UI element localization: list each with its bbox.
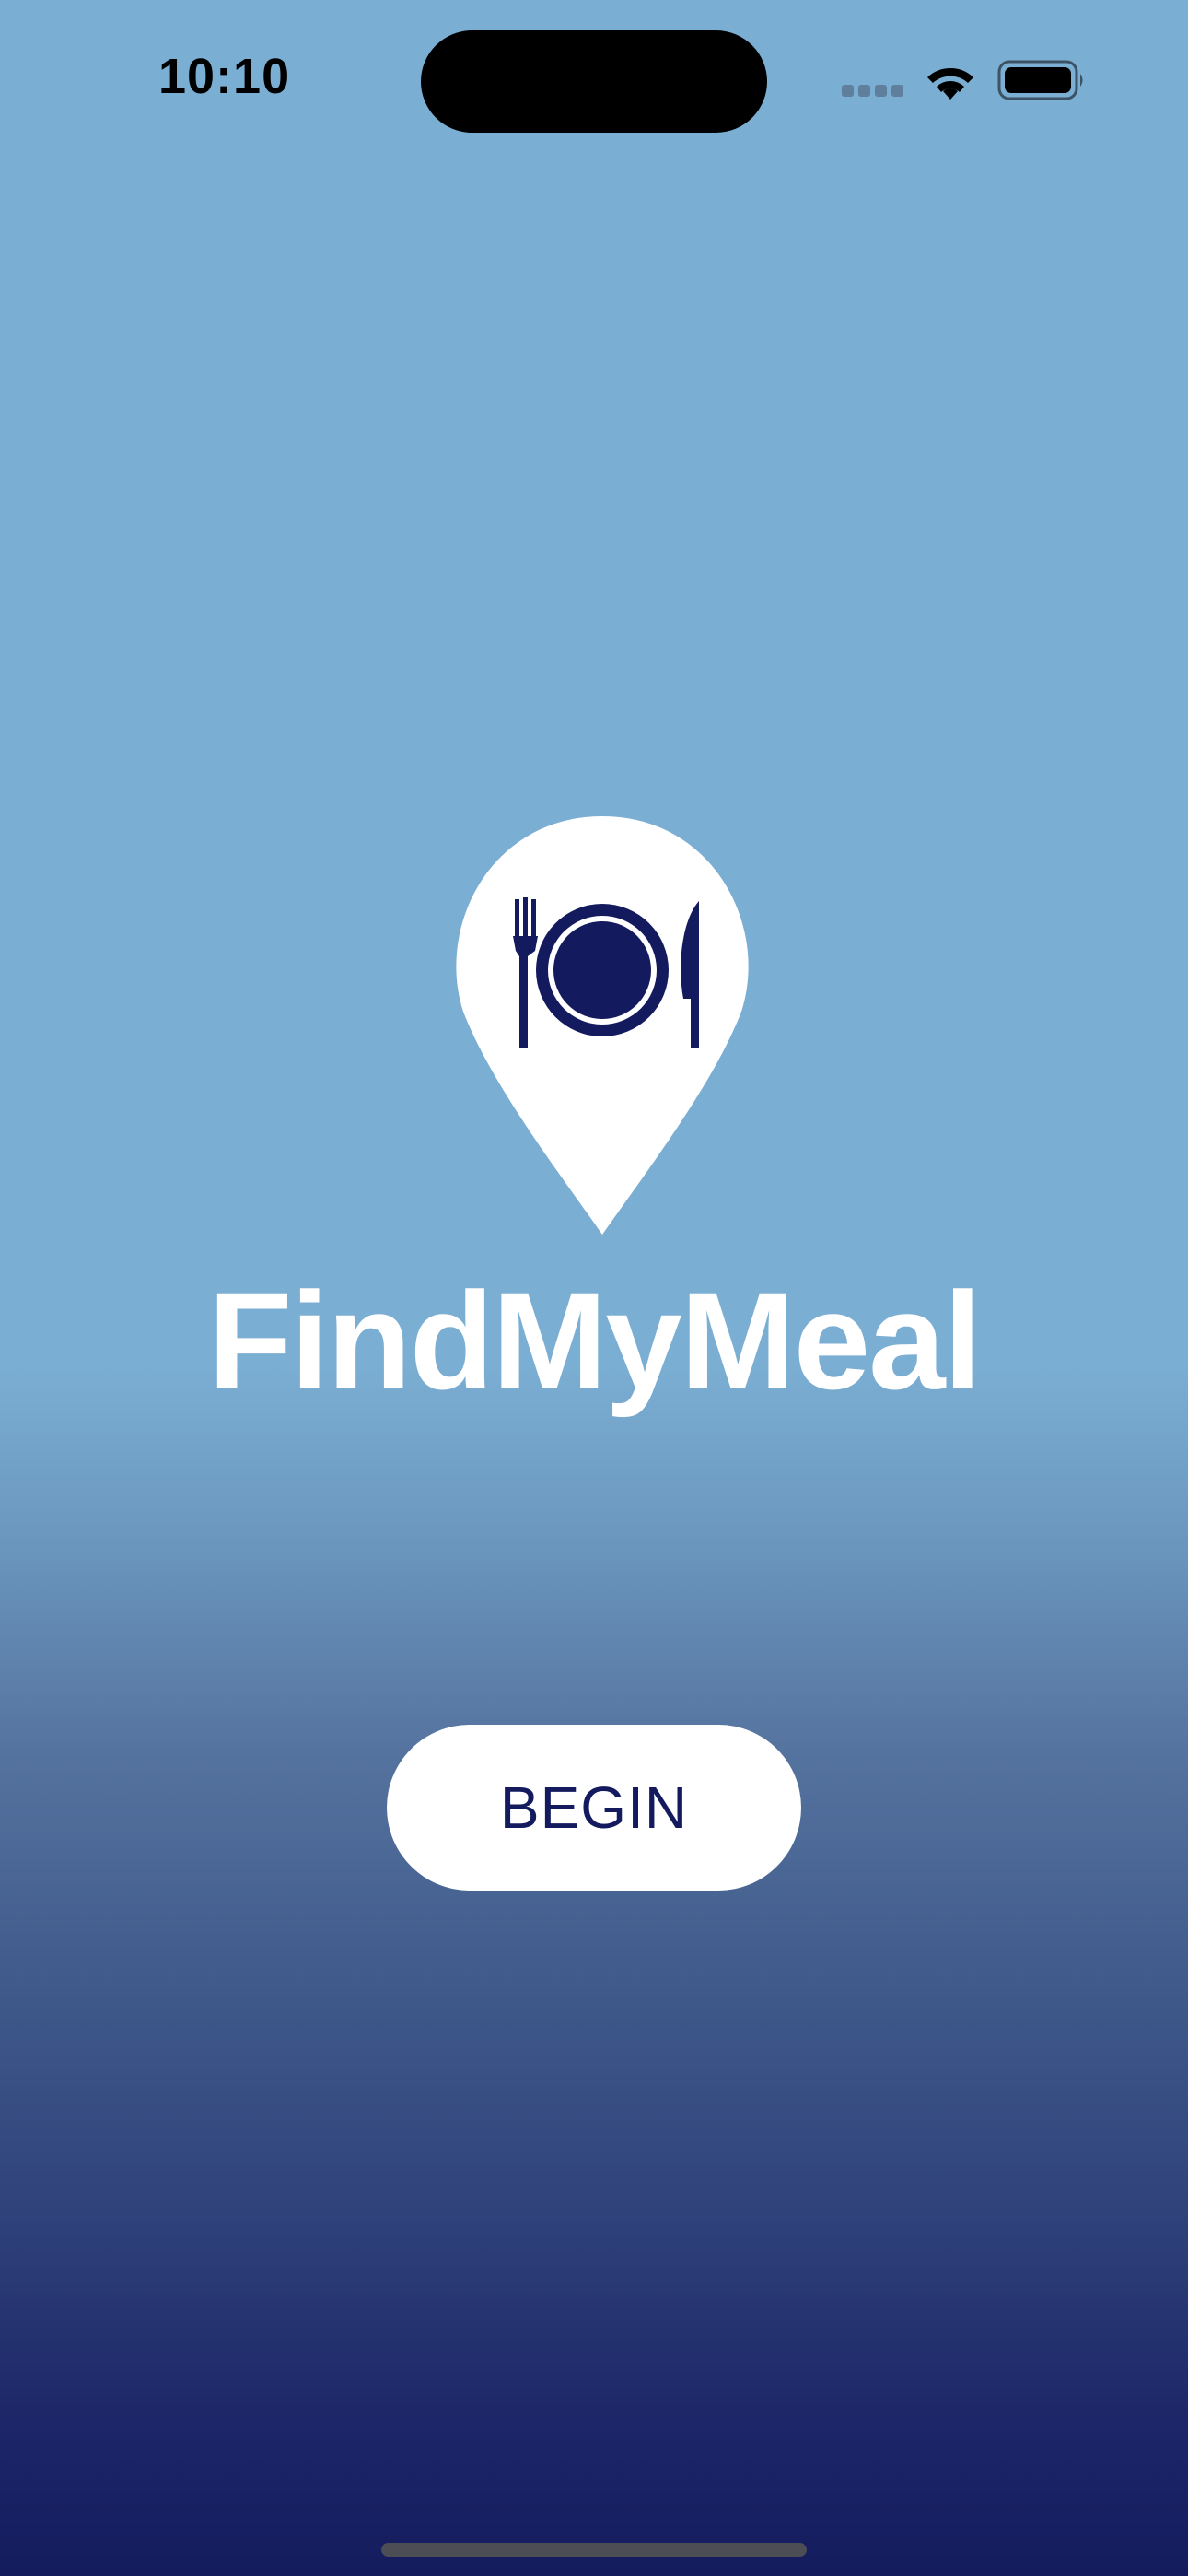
dynamic-island <box>421 30 767 133</box>
battery-icon <box>997 60 1083 100</box>
app-title: FindMyMeal <box>207 1263 982 1418</box>
location-pin-plate-cutlery-icon <box>456 816 749 1235</box>
begin-button[interactable]: BEGIN <box>387 1725 801 1891</box>
hero: FindMyMeal <box>0 811 1188 1437</box>
home-indicator[interactable] <box>381 2543 807 2557</box>
status-bar: 10:10 <box>0 0 1188 157</box>
wifi-icon <box>927 67 973 100</box>
cellular-signal-icon <box>842 85 906 98</box>
status-time: 10:10 <box>158 49 291 104</box>
